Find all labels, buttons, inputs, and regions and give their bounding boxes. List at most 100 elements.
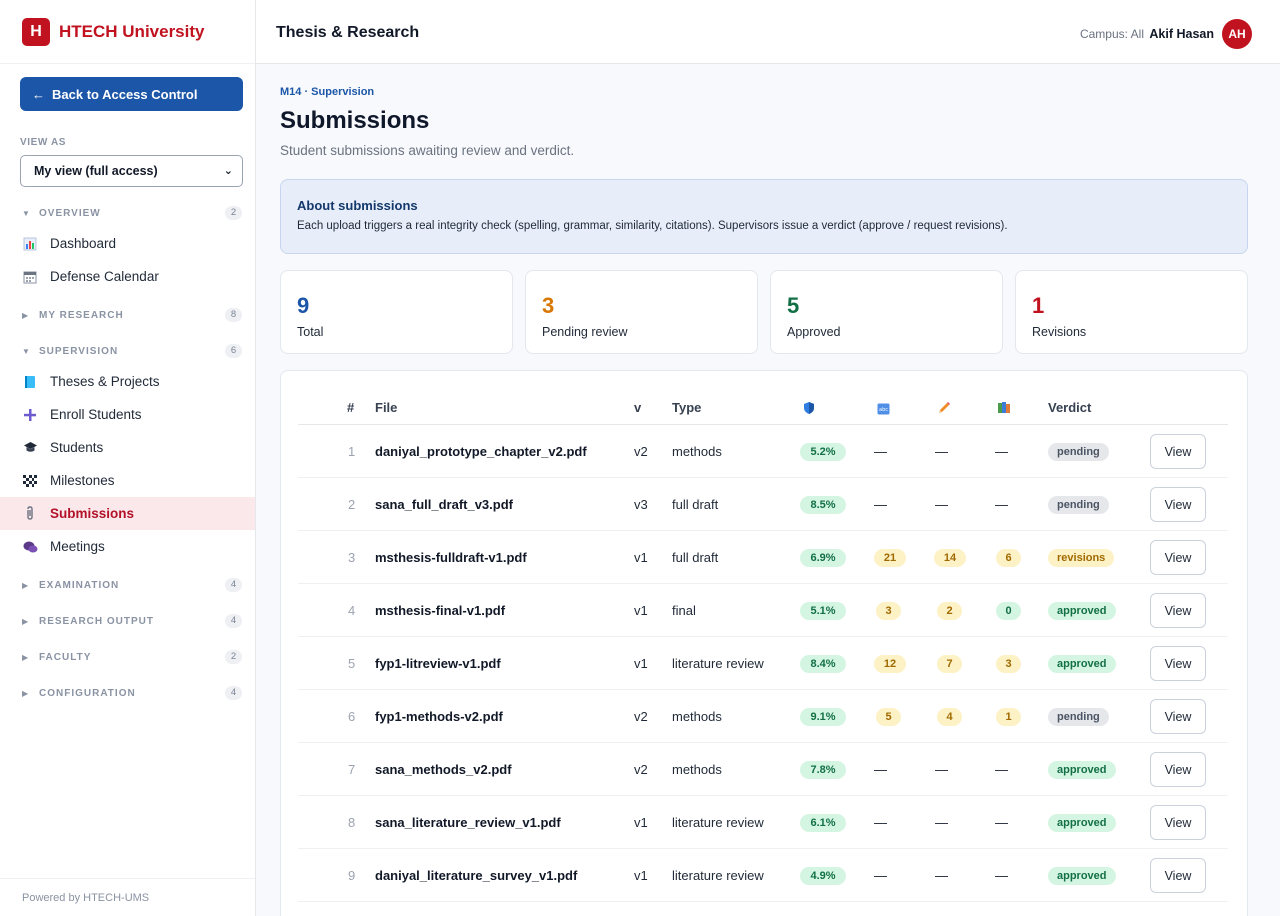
campus-filter[interactable]: Campus: All <box>1080 27 1144 41</box>
section-count: 2 <box>225 650 242 664</box>
row-index: 7 <box>348 762 356 777</box>
view-button[interactable]: View <box>1150 646 1206 681</box>
grammar-cell: — <box>935 849 948 902</box>
nav-section-my-research[interactable]: ▶ MY RESEARCH 8 <box>0 304 256 326</box>
row-index: 1 <box>348 444 356 459</box>
view-as-select[interactable]: My view (full access) ⌄ <box>20 155 243 187</box>
view-button[interactable]: View <box>1150 752 1206 787</box>
nav-section-research-output[interactable]: ▶ RESEARCH OUTPUT 4 <box>0 610 256 632</box>
verdict-badge: approved <box>1048 601 1116 620</box>
user-name[interactable]: Akif Hasan <box>1149 27 1214 41</box>
page-title: Submissions <box>280 107 430 134</box>
sidebar-item-enroll-students[interactable]: Enroll Students <box>0 398 255 431</box>
similarity-cell: 5.2% <box>800 425 846 478</box>
section-count: 4 <box>225 578 242 592</box>
sidebar-item-students[interactable]: Students <box>0 431 255 464</box>
page-subtitle: Student submissions awaiting review and … <box>280 143 575 158</box>
nav-section-overview[interactable]: ▼ OVERVIEW 2 <box>0 202 256 224</box>
spelling-count-badge: 12 <box>874 654 906 673</box>
table-row[interactable]: 1 daniyal_prototype_chapter_v2.pdf v2 metho… <box>298 425 1228 478</box>
submission-type: literature review <box>672 868 764 883</box>
spelling-cell: 21 <box>874 531 906 584</box>
verdict-cell: approved <box>1048 796 1116 849</box>
version: v1 <box>634 550 648 565</box>
grammar-count-badge: 2 <box>937 601 962 620</box>
table-row[interactable]: 5 fyp1-litreview-v1.pdf v1 literature revie… <box>298 637 1228 690</box>
info-text: Each upload triggers a real integrity ch… <box>297 220 1008 232</box>
verdict-badge: approved <box>1048 760 1116 779</box>
stat-label: Approved <box>787 325 841 339</box>
similarity-cell: 9.1% <box>800 690 846 743</box>
file-name: sana_methods_v2.pdf <box>375 762 512 777</box>
caret-down-icon: ▼ <box>22 208 30 218</box>
empty-value: — <box>874 815 887 830</box>
sidebar-item-theses-projects[interactable]: Theses & Projects <box>0 365 255 398</box>
topbar: Thesis & Research Campus: All Akif Hasan… <box>256 0 1280 64</box>
view-button[interactable]: View <box>1150 487 1206 522</box>
verdict-badge: approved <box>1048 654 1116 673</box>
grammar-cell: 14 <box>934 531 966 584</box>
table-row[interactable]: 3 msthesis-fulldraft-v1.pdf v1 full draft 6.… <box>298 531 1228 584</box>
column-header-file[interactable]: File <box>375 400 397 415</box>
back-to-access-control-button[interactable]: ← Back to Access Control <box>20 77 243 111</box>
citations-cell: — <box>995 796 1008 849</box>
sidebar-item-milestones[interactable]: Milestones <box>0 464 255 497</box>
table-row[interactable]: 6 fyp1-methods-v2.pdf v2 methods 9.1% 5 4 1 pend… <box>298 690 1228 743</box>
column-header-version[interactable]: v <box>634 400 641 415</box>
table-row[interactable]: 4 msthesis-final-v1.pdf v1 final 5.1% 3 2 0 appr… <box>298 584 1228 637</box>
submission-type: literature review <box>672 815 764 830</box>
column-header-type[interactable]: Type <box>672 400 701 415</box>
shield-icon <box>803 401 815 420</box>
sidebar-item-submissions[interactable]: Submissions <box>0 497 255 530</box>
citations-count-badge: 0 <box>996 601 1021 620</box>
caret-right-icon: ▶ <box>22 652 29 662</box>
sidebar-item-dashboard[interactable]: Dashboard <box>0 227 255 260</box>
table-row[interactable]: 7 sana_methods_v2.pdf v2 methods 7.8% — — — appr… <box>298 743 1228 796</box>
sidebar-item-label: Dashboard <box>50 236 117 251</box>
section-count: 4 <box>225 614 242 628</box>
view-button[interactable]: View <box>1150 540 1206 575</box>
table-row[interactable]: 2 sana_full_draft_v3.pdf v3 full draft 8.5% —… <box>298 478 1228 531</box>
empty-value: — <box>935 444 948 459</box>
breadcrumb[interactable]: M14 · Supervision <box>280 86 374 98</box>
grammar-cell: 4 <box>937 690 962 743</box>
sidebar-item-defense-calendar[interactable]: Defense Calendar <box>0 260 255 293</box>
stat-value: 9 <box>297 293 310 318</box>
column-header-verdict[interactable]: Verdict <box>1048 400 1091 415</box>
file-name: sana_full_draft_v3.pdf <box>375 497 513 512</box>
sidebar-item-label: Enroll Students <box>50 407 142 422</box>
nav-section-configuration[interactable]: ▶ CONFIGURATION 4 <box>0 682 256 704</box>
view-button[interactable]: View <box>1150 805 1206 840</box>
section-count: 8 <box>225 308 242 322</box>
file-name: msthesis-final-v1.pdf <box>375 603 506 618</box>
view-button[interactable]: View <box>1150 593 1206 628</box>
table-row[interactable]: 9 daniyal_literature_survey_v1.pdf v1 liter… <box>298 849 1228 902</box>
section-label: CONFIGURATION <box>39 687 136 699</box>
view-button[interactable]: View <box>1150 858 1206 893</box>
similarity-badge: 8.5% <box>800 495 846 514</box>
brand[interactable]: H HTECH University <box>0 0 255 64</box>
empty-value: — <box>995 444 1008 459</box>
similarity-badge: 7.8% <box>800 760 846 779</box>
view-button[interactable]: View <box>1150 699 1206 734</box>
column-header-index: # <box>347 400 355 415</box>
checkered-flag-icon <box>22 473 38 489</box>
nav-section-examination[interactable]: ▶ EXAMINATION 4 <box>0 574 256 596</box>
spelling-cell: 5 <box>876 690 901 743</box>
similarity-cell: 8.5% <box>800 478 846 531</box>
stat-label: Revisions <box>1032 325 1087 339</box>
table-row[interactable]: 8 sana_literature_review_v1.pdf v1 literatu… <box>298 796 1228 849</box>
file-name: daniyal_literature_survey_v1.pdf <box>375 868 578 883</box>
caret-right-icon: ▶ <box>22 310 29 320</box>
file-name: sana_literature_review_v1.pdf <box>375 815 561 830</box>
spelling-cell: 3 <box>876 584 901 637</box>
nav-section-supervision[interactable]: ▼ SUPERVISION 6 <box>0 340 256 362</box>
view-button[interactable]: View <box>1150 434 1206 469</box>
nav-section-faculty[interactable]: ▶ FACULTY 2 <box>0 646 256 668</box>
file-name: daniyal_prototype_chapter_v2.pdf <box>375 444 587 459</box>
verdict-cell: revisions <box>1048 531 1115 584</box>
spelling-cell: — <box>874 743 887 796</box>
sidebar-item-meetings[interactable]: Meetings <box>0 530 255 563</box>
avatar[interactable]: AH <box>1222 19 1252 49</box>
paperclip-icon <box>22 506 38 522</box>
